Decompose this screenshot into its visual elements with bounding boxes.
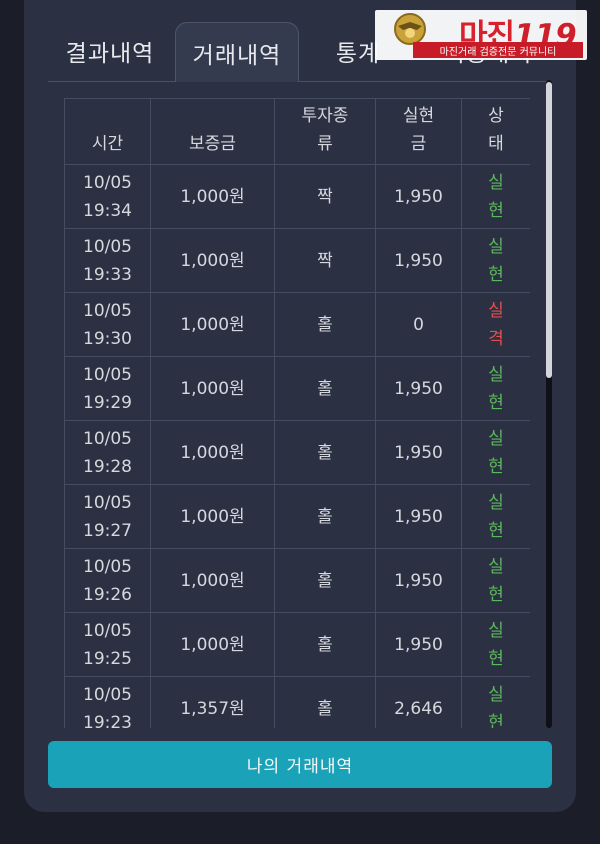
scrollbar-thumb[interactable]: [546, 82, 552, 378]
cell-status: 실현: [461, 228, 530, 293]
cell-type: 홀: [274, 292, 376, 357]
cell-type: 짝: [274, 164, 376, 229]
cell-time: 10/05 19:25: [64, 612, 151, 677]
cell-time: 10/05 19:29: [64, 356, 151, 421]
cell-status: 실현: [461, 612, 530, 677]
table-row: 10/05 19:23 1,357원 홀 2,646 실 현: [64, 676, 530, 728]
cell-time: 10/05 19:33: [64, 228, 151, 293]
cell-deposit: 1,000원: [150, 484, 275, 549]
transaction-table: 시간 보증금 투자종 류 실현 금 상 태 10/05 19:34 1,000원 짝 1,950 실 현 1…: [64, 98, 530, 728]
cell-type: 홀: [274, 356, 376, 421]
cell-time: 10/05 19:28: [64, 420, 151, 485]
cell-deposit: 1,000원: [150, 292, 275, 357]
cell-realized: 0: [375, 292, 462, 357]
column-header: 실현 금: [375, 98, 462, 165]
table-row: 10/05 19:26 1,000원 홀 1,950 실 현: [64, 548, 530, 613]
cell-status: 실현: [461, 548, 530, 613]
cell-deposit: 1,000원: [150, 420, 275, 485]
tab-transactions[interactable]: 거래내역: [175, 22, 299, 82]
cell-realized: 2,646: [375, 676, 462, 728]
cell-status: 실현: [461, 484, 530, 549]
table-row: 10/05 19:25 1,000원 홀 1,950 실 현: [64, 612, 530, 677]
watermark-logo: 마진119 마진거래 검증전문 커뮤니티: [375, 10, 587, 60]
table-row: 10/05 19:30 1,000원 홀 0 실 격: [64, 292, 530, 357]
tab-results[interactable]: 결과내역: [48, 20, 172, 82]
table-row: 10/05 19:27 1,000원 홀 1,950 실 현: [64, 484, 530, 549]
eagle-emblem-icon: [394, 13, 426, 45]
cell-status: 실현: [461, 164, 530, 229]
cell-time: 10/05 19:30: [64, 292, 151, 357]
cell-deposit: 1,000원: [150, 228, 275, 293]
cell-status: 실현: [461, 420, 530, 485]
cell-realized: 1,950: [375, 548, 462, 613]
cell-type: 홀: [274, 420, 376, 485]
cell-realized: 1,950: [375, 164, 462, 229]
table-header-row: 시간 보증금 투자종 류 실현 금 상 태: [64, 98, 530, 165]
cell-time: 10/05 19:34: [64, 164, 151, 229]
table-row: 10/05 19:34 1,000원 짝 1,950 실 현: [64, 164, 530, 229]
cell-deposit: 1,000원: [150, 164, 275, 229]
table-row: 10/05 19:33 1,000원 짝 1,950 실 현: [64, 228, 530, 293]
logo-tagline: 마진거래 검증전문 커뮤니티: [413, 42, 583, 58]
column-header: 투자종 류: [274, 98, 376, 165]
table-row: 10/05 19:28 1,000원 홀 1,950 실 현: [64, 420, 530, 485]
cell-type: 짝: [274, 228, 376, 293]
cell-time: 10/05 19:26: [64, 548, 151, 613]
transaction-table-container: 시간 보증금 투자종 류 실현 금 상 태 10/05 19:34 1,000원 짝 1,950 실 현 1…: [64, 98, 530, 728]
cell-type: 홀: [274, 484, 376, 549]
cell-type: 홀: [274, 676, 376, 728]
cell-realized: 1,950: [375, 612, 462, 677]
cell-time: 10/05 19:23: [64, 676, 151, 728]
cell-status: 실격: [461, 292, 530, 357]
my-transactions-button[interactable]: 나의 거래내역: [48, 741, 552, 788]
cell-status: 실현: [461, 676, 530, 728]
cell-time: 10/05 19:27: [64, 484, 151, 549]
cell-deposit: 1,000원: [150, 356, 275, 421]
table-row: 10/05 19:29 1,000원 홀 1,950 실 현: [64, 356, 530, 421]
cell-deposit: 1,000원: [150, 612, 275, 677]
cell-type: 홀: [274, 548, 376, 613]
cell-deposit: 1,000원: [150, 548, 275, 613]
cell-realized: 1,950: [375, 228, 462, 293]
cell-realized: 1,950: [375, 484, 462, 549]
cell-realized: 1,950: [375, 356, 462, 421]
column-header: 상태: [461, 98, 530, 165]
cell-deposit: 1,357원: [150, 676, 275, 728]
cell-realized: 1,950: [375, 420, 462, 485]
cell-type: 홀: [274, 612, 376, 677]
column-header: 시간: [64, 98, 151, 165]
column-header: 보증금: [150, 98, 275, 165]
cell-status: 실현: [461, 356, 530, 421]
